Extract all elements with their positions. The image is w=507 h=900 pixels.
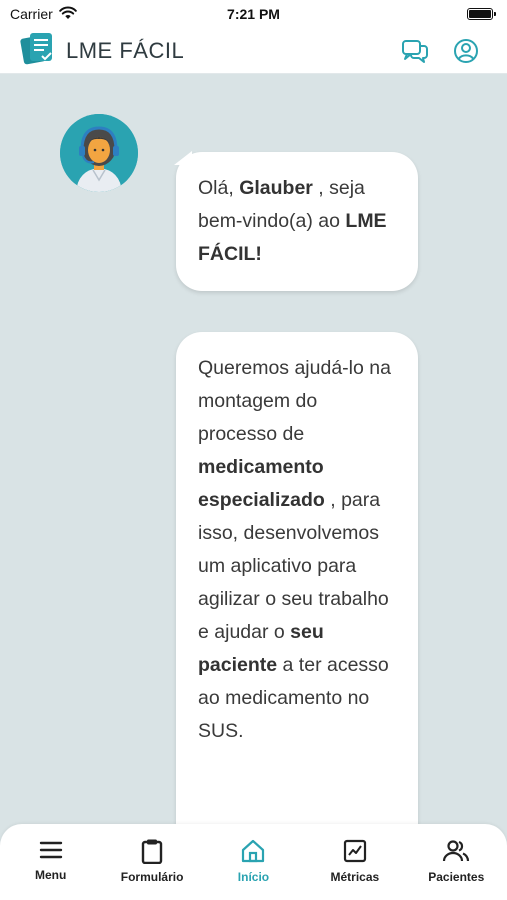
- logo-icon: [20, 31, 58, 70]
- wifi-icon: [58, 6, 77, 23]
- chart-icon: [342, 838, 368, 864]
- chat-bubbles-icon[interactable]: [401, 38, 429, 64]
- nav-item-formulario[interactable]: Formulário: [107, 838, 197, 884]
- header-actions: [401, 38, 479, 64]
- status-bar: Carrier 7:21 PM: [0, 0, 507, 28]
- nav-label-inicio: Início: [237, 870, 270, 884]
- battery-icon: [467, 8, 496, 20]
- nav-label-menu: Menu: [35, 868, 67, 882]
- home-icon: [240, 838, 266, 864]
- intro-part1: Queremos ajudá-lo na montagem do process…: [198, 357, 391, 445]
- brand: LME FÁCIL: [20, 31, 184, 70]
- nav-label-pacientes: Pacientes: [428, 870, 485, 884]
- carrier-label: Carrier: [10, 6, 53, 22]
- chat-area[interactable]: Olá, Glauber , seja bem-vindo(a) ao LME …: [0, 74, 507, 824]
- assistant-avatar: [60, 114, 138, 192]
- app-title: LME FÁCIL: [66, 37, 185, 63]
- status-left: Carrier: [10, 6, 77, 23]
- clipboard-icon: [139, 838, 165, 864]
- nav-item-menu[interactable]: Menu: [6, 838, 96, 882]
- users-icon: [442, 838, 470, 864]
- greeting-message: Olá, Glauber , seja bem-vindo(a) ao LME …: [176, 152, 418, 291]
- greeting-prefix: Olá,: [198, 177, 240, 199]
- user-name: Glauber: [239, 177, 313, 199]
- nav-label-formulario: Formulário: [120, 870, 184, 884]
- bottom-nav: Menu Formulário Início Métricas Paciente…: [0, 824, 507, 900]
- profile-icon[interactable]: [453, 38, 479, 64]
- menu-icon: [38, 838, 64, 862]
- nav-label-metricas: Métricas: [330, 870, 380, 884]
- intro-part2: , para isso, desenvolvemos um aplicativo…: [198, 489, 389, 643]
- intro-message: Queremos ajudá-lo na montagem do process…: [176, 332, 418, 824]
- intro-highlight-medication: medicamento especializado: [198, 456, 325, 511]
- app-header: LME FÁCIL: [0, 28, 507, 74]
- nav-item-inicio[interactable]: Início: [208, 838, 298, 884]
- nav-item-metricas[interactable]: Métricas: [310, 838, 400, 884]
- nav-item-pacientes[interactable]: Pacientes: [411, 838, 501, 884]
